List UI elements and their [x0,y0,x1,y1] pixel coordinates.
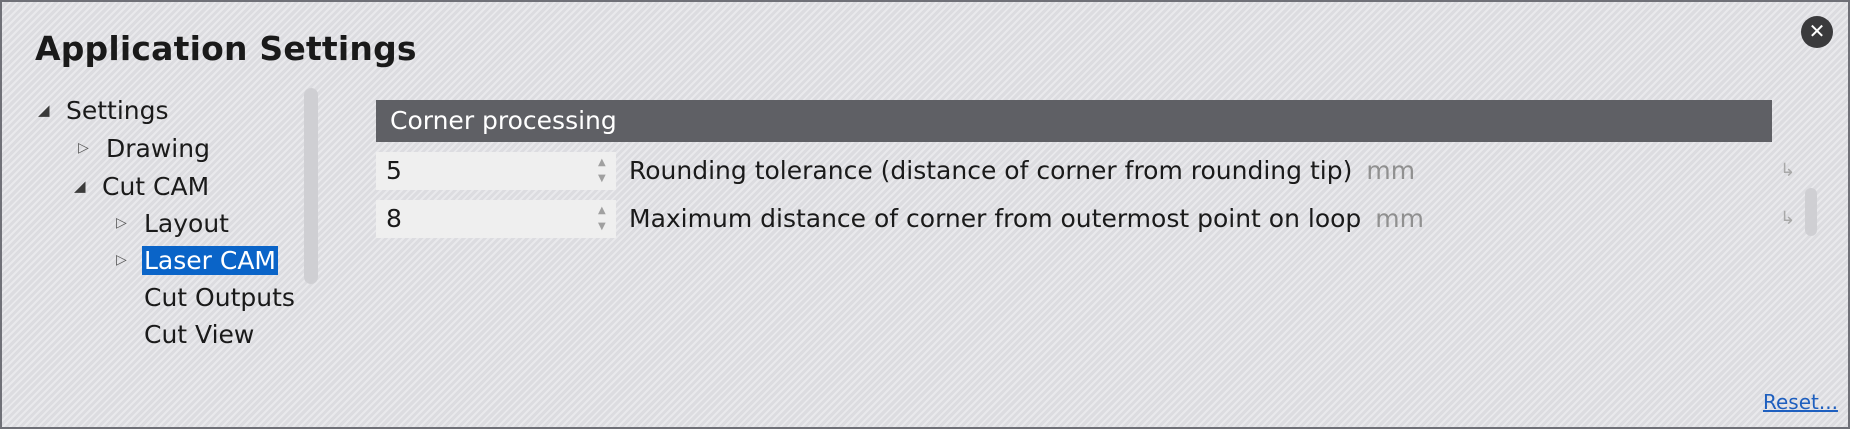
tree-item-label: Cut CAM [102,171,210,201]
label-text: Maximum distance of corner from outermos… [629,204,1362,233]
tree-item-cut-view[interactable]: Cut View [142,316,256,352]
unit-label: mm [1375,204,1425,233]
tree-item-cut-cam[interactable]: ◢ Cut CAM [74,168,211,204]
tree-item-label: Settings [66,95,169,125]
tree-item-cut-outputs[interactable]: Cut Outputs [142,279,297,315]
tree-item-drawing[interactable]: ▷ Drawing [78,130,212,166]
tree-item-label: Drawing [106,133,210,163]
tree-item-label: Cut Outputs [144,282,295,312]
input-value: 8 [386,204,402,233]
expanded-arrow-icon[interactable]: ◢ [74,177,100,195]
settings-window: Application Settings ✕ ◢ Settings ▷ Draw… [0,0,1850,429]
unit-label: mm [1366,156,1416,185]
collapsed-arrow-icon[interactable]: ▷ [78,140,104,156]
reset-link[interactable]: Reset... [1763,390,1838,414]
rounding-tolerance-input[interactable]: 5 ▲ ▼ [376,152,616,190]
tree-item-label: Layout [144,208,229,238]
tree-scrollbar[interactable] [304,88,318,284]
spin-up-icon[interactable]: ▲ [598,206,606,216]
section-header: Corner processing [376,100,1772,142]
spin-down-icon[interactable]: ▼ [598,222,606,232]
setting-label: Maximum distance of corner from outermos… [629,200,1424,238]
tree-item-label: Laser CAM [142,245,279,275]
tree-item-label: Cut View [144,319,255,349]
setting-label: Rounding tolerance (distance of corner f… [629,152,1415,190]
reset-default-icon[interactable]: ↳ [1780,160,1795,181]
spin-down-icon[interactable]: ▼ [598,174,606,184]
expanded-arrow-icon[interactable]: ◢ [38,101,64,119]
spin-up-icon[interactable]: ▲ [598,158,606,168]
input-value: 5 [386,156,402,185]
reset-default-icon[interactable]: ↳ [1780,208,1795,229]
tree-item-laser-cam[interactable]: ▷ Laser CAM [116,242,279,278]
label-text: Rounding tolerance (distance of corner f… [629,156,1353,185]
close-icon[interactable]: ✕ [1801,16,1833,48]
window-title: Application Settings [35,29,417,68]
max-distance-input[interactable]: 8 ▲ ▼ [376,200,616,238]
collapsed-arrow-icon[interactable]: ▷ [116,215,142,231]
collapsed-arrow-icon[interactable]: ▷ [116,252,142,268]
content-scrollbar[interactable] [1805,188,1817,236]
tree-item-layout[interactable]: ▷ Layout [116,205,231,241]
tree-item-settings[interactable]: ◢ Settings [38,92,171,128]
